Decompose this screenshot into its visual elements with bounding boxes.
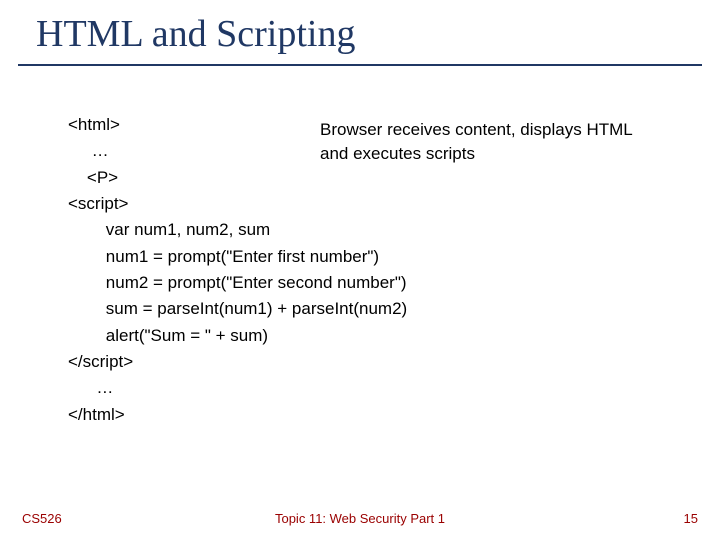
footer-page-number: 15	[684, 511, 698, 526]
code-line: …	[68, 138, 690, 164]
code-line: alert("Sum = " + sum)	[68, 323, 690, 349]
code-line: </script>	[68, 349, 690, 375]
code-line: <html>	[68, 112, 690, 138]
code-line: var num1, num2, sum	[68, 217, 690, 243]
code-line: sum = parseInt(num1) + parseInt(num2)	[68, 296, 690, 322]
slide-title: HTML and Scripting	[18, 0, 702, 64]
code-line: num2 = prompt("Enter second number")	[68, 270, 690, 296]
code-content: <html> … <P> <script> var num1, num2, su…	[68, 112, 690, 428]
footer-topic: Topic 11: Web Security Part 1	[0, 511, 720, 526]
code-line: …	[68, 375, 690, 401]
code-line: <script>	[68, 191, 690, 217]
code-line: num1 = prompt("Enter first number")	[68, 244, 690, 270]
code-line: <P>	[68, 165, 690, 191]
code-line: </html>	[68, 402, 690, 428]
